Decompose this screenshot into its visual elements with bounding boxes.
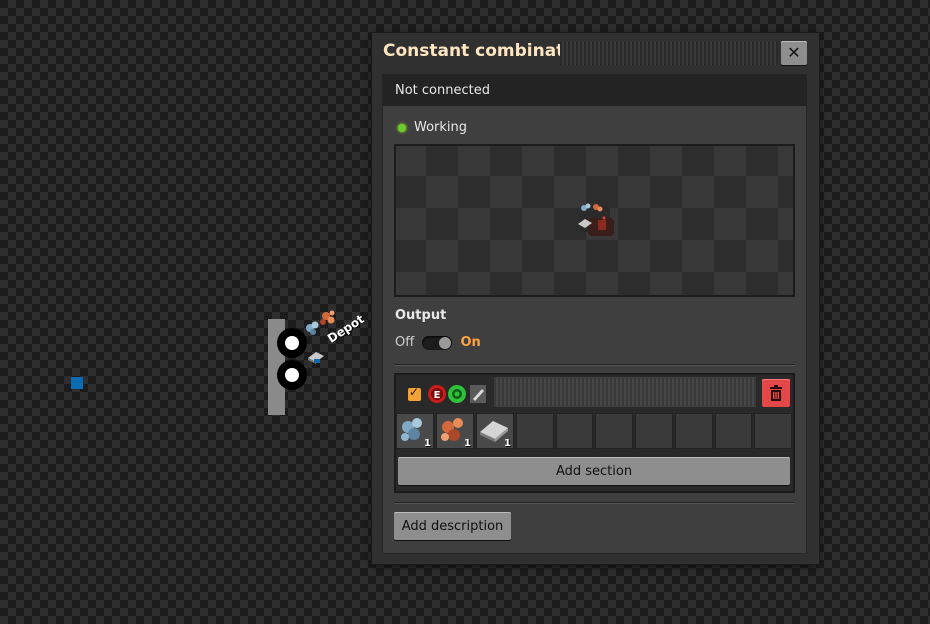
add-description-button[interactable]: Add description xyxy=(394,512,511,540)
signal-slot[interactable]: 1 xyxy=(476,413,514,449)
signal-slot[interactable] xyxy=(595,413,634,449)
close-button[interactable] xyxy=(781,41,807,65)
signal-slot[interactable] xyxy=(516,413,554,449)
signal-slot[interactable] xyxy=(714,413,753,449)
signal-lamp-bottom xyxy=(277,360,307,390)
output-switch[interactable]: Off On xyxy=(395,335,481,353)
iron-ore-icon xyxy=(306,321,319,335)
combinator-preview-icon xyxy=(578,203,614,236)
output-toggle[interactable] xyxy=(422,335,453,350)
switch-on-label: On xyxy=(460,335,481,350)
divider xyxy=(394,364,795,366)
divider xyxy=(394,502,795,504)
constant-combinator-window: Constant combinator Not connected Workin… xyxy=(372,33,819,564)
e-signal-icon: E xyxy=(428,385,446,403)
signal-slots: 1 1 1 xyxy=(396,413,794,453)
trash-icon xyxy=(770,385,782,401)
slot-count: 1 xyxy=(464,438,471,449)
connection-status-bar: Not connected xyxy=(382,74,807,106)
delete-section-button[interactable] xyxy=(762,379,790,407)
signal-slot[interactable]: 1 xyxy=(396,413,434,449)
signal-slot[interactable] xyxy=(635,413,673,449)
entity-preview xyxy=(394,144,795,297)
signal-slot[interactable]: 1 xyxy=(436,413,474,449)
gear-signal-icon xyxy=(448,385,466,403)
section-group-icons[interactable]: E xyxy=(428,383,488,405)
signal-slot[interactable] xyxy=(754,413,793,449)
signal-lamp-top xyxy=(277,328,307,358)
steel-plate-icon xyxy=(470,385,486,403)
switch-off-label: Off xyxy=(395,335,415,350)
window-content: Not connected Working Output Off On ✓ E … xyxy=(382,74,807,554)
svg-text:E: E xyxy=(434,390,441,401)
train-stop-entity[interactable]: Depot xyxy=(268,300,378,420)
connection-status-text: Not connected xyxy=(395,83,490,98)
working-status-text: Working xyxy=(414,120,468,135)
signal-slot[interactable] xyxy=(674,413,713,449)
section-enabled-checkbox[interactable] xyxy=(408,385,421,401)
window-titlebar[interactable]: Constant combinator xyxy=(372,33,819,71)
map-marker xyxy=(71,377,83,389)
slot-count: 1 xyxy=(504,438,511,449)
section-drag-handle[interactable] xyxy=(494,377,756,407)
status-indicator-icon xyxy=(398,123,406,132)
window-title: Constant combinator xyxy=(383,41,585,61)
slot-count: 1 xyxy=(424,438,431,449)
copper-ore-icon xyxy=(320,310,335,325)
working-status: Working xyxy=(398,120,467,135)
section-header: E xyxy=(396,375,793,411)
add-section-button[interactable]: Add section xyxy=(398,457,790,485)
signal-section: E xyxy=(394,373,795,493)
output-label: Output xyxy=(395,308,447,323)
signal-slot[interactable] xyxy=(555,413,594,449)
drag-handle[interactable] xyxy=(560,41,778,65)
